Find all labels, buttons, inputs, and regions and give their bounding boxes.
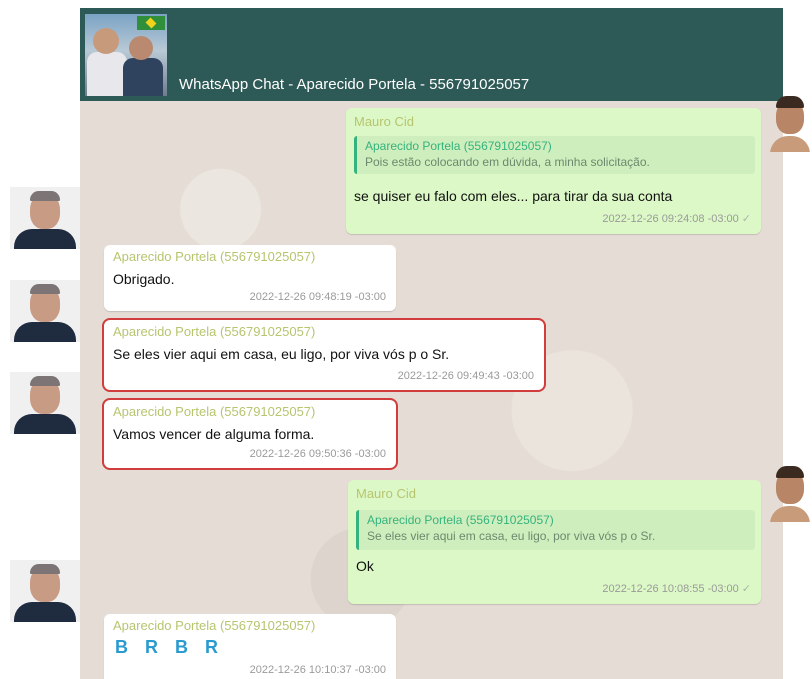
person-body-2	[123, 58, 163, 96]
person-face-1	[93, 28, 119, 54]
message-text: Vamos vencer de alguma forma.	[113, 426, 315, 442]
timestamp-text: 2022-12-26 10:08:55 -03:00	[602, 583, 739, 595]
message-timestamp: 2022-12-26 10:10:37 -03:00	[249, 664, 386, 676]
message-bubble-outgoing[interactable]: Mauro Cid Aparecido Portela (55679102505…	[348, 480, 761, 604]
message-sender: Mauro Cid	[354, 114, 414, 129]
contact-photo[interactable]	[85, 14, 167, 96]
message-text: Se eles vier aqui em casa, eu ligo, por …	[113, 346, 450, 362]
message-sender: Mauro Cid	[356, 486, 416, 501]
read-tick-icon: ✓	[741, 213, 751, 225]
chat-title: WhatsApp Chat - Aparecido Portela - 5567…	[179, 76, 530, 93]
message-timestamp: 2022-12-26 10:08:55 -03:00 ✓	[602, 582, 751, 595]
avatar-right[interactable]	[770, 460, 810, 522]
avatar-body	[14, 414, 76, 434]
chat-header: WhatsApp Chat - Aparecido Portela - 5567…	[80, 8, 783, 101]
message-text: Ok	[356, 558, 374, 574]
chat-window: WhatsApp Chat - Aparecido Portela - 5567…	[80, 8, 783, 679]
avatar-hair	[30, 376, 60, 386]
quoted-text: Se eles vier aqui em casa, eu ligo, por …	[367, 529, 656, 543]
flag-image	[137, 16, 165, 30]
person-face-2	[129, 36, 153, 60]
avatar-hair	[30, 191, 60, 201]
message-timestamp: 2022-12-26 09:24:08 -03:00 ✓	[602, 212, 751, 225]
avatar-hair	[30, 284, 60, 294]
message-bubble-incoming[interactable]: Aparecido Portela (556791025057) B R B R…	[104, 614, 396, 679]
avatar-hair	[776, 466, 804, 478]
avatar-left[interactable]	[10, 280, 80, 342]
person-body-1	[87, 52, 127, 96]
message-timestamp: 2022-12-26 09:48:19 -03:00	[249, 291, 386, 303]
avatar-hair	[30, 564, 60, 574]
message-bubble-incoming-highlighted[interactable]: Aparecido Portela (556791025057) Vamos v…	[102, 398, 398, 470]
timestamp-text: 2022-12-26 09:24:08 -03:00	[602, 213, 739, 225]
avatar-right[interactable]	[770, 90, 810, 152]
avatar-body	[770, 506, 810, 522]
message-text: Obrigado.	[113, 271, 175, 287]
avatar-body	[14, 229, 76, 249]
message-sender: Aparecido Portela (556791025057)	[113, 618, 316, 633]
avatar-body	[14, 602, 76, 622]
avatar-body	[770, 136, 810, 152]
message-text-brbr: B R B R	[115, 637, 224, 657]
message-sender: Aparecido Portela (556791025057)	[113, 404, 316, 419]
avatar-left[interactable]	[10, 560, 80, 622]
quoted-text: Pois estão colocando em dúvida, a minha …	[365, 155, 650, 169]
message-timestamp: 2022-12-26 09:50:36 -03:00	[249, 448, 386, 460]
message-text: se quiser eu falo com eles... para tirar…	[354, 188, 673, 204]
message-timestamp: 2022-12-26 09:49:43 -03:00	[397, 370, 534, 382]
avatar-body	[14, 322, 76, 342]
message-bubble-outgoing[interactable]: Mauro Cid Aparecido Portela (55679102505…	[346, 108, 761, 234]
message-bubble-incoming-highlighted[interactable]: Aparecido Portela (556791025057) Se eles…	[102, 318, 546, 392]
message-sender: Aparecido Portela (556791025057)	[113, 324, 316, 339]
quoted-message[interactable]: Aparecido Portela (556791025057) Pois es…	[354, 136, 755, 174]
avatar-hair	[776, 96, 804, 108]
read-tick-icon: ✓	[741, 583, 751, 595]
quoted-message[interactable]: Aparecido Portela (556791025057) Se eles…	[356, 510, 755, 550]
message-bubble-incoming[interactable]: Aparecido Portela (556791025057) Obrigad…	[104, 245, 396, 311]
avatar-left[interactable]	[10, 187, 80, 249]
avatar-left[interactable]	[10, 372, 80, 434]
message-sender: Aparecido Portela (556791025057)	[113, 249, 316, 264]
quoted-sender: Aparecido Portela (556791025057)	[365, 139, 552, 153]
quoted-sender: Aparecido Portela (556791025057)	[367, 513, 554, 527]
